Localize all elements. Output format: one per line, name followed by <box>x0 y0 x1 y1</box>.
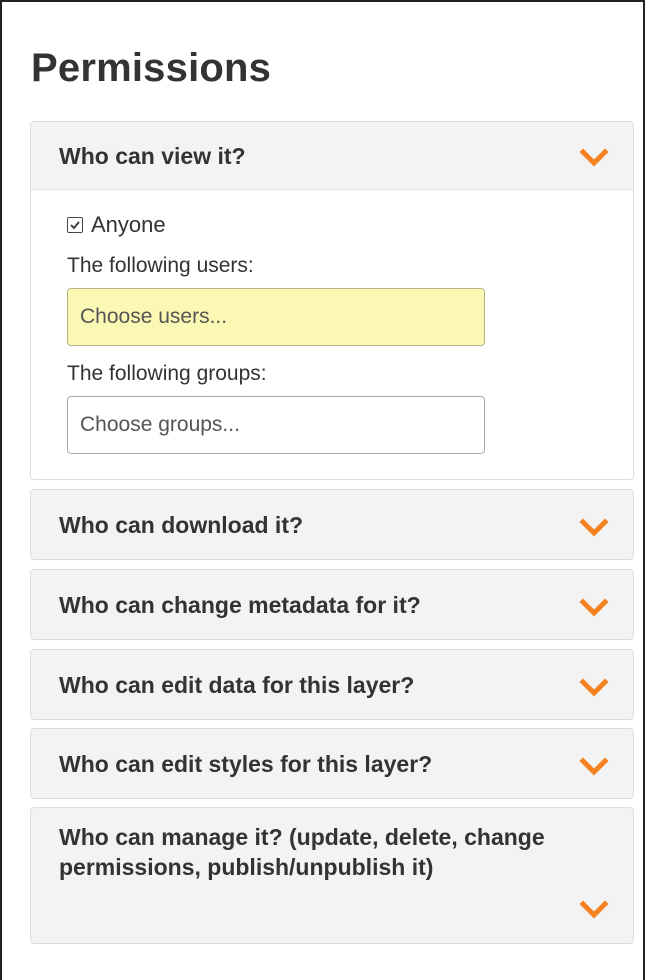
page-title: Permissions <box>31 46 272 90</box>
panel-view-header[interactable]: Who can view it? <box>31 122 633 189</box>
chevron-down-icon[interactable] <box>579 678 609 698</box>
panel-download: Who can download it? <box>30 489 634 560</box>
panel-view-title: Who can view it? <box>59 142 246 169</box>
panel-manage-header[interactable]: Who can manage it? (update, delete, chan… <box>31 808 633 943</box>
chevron-down-icon[interactable] <box>579 598 609 618</box>
checkbox-checked-icon[interactable] <box>67 217 83 233</box>
panel-edit-styles: Who can edit styles for this layer? <box>30 728 634 799</box>
chevron-down-icon[interactable] <box>579 757 609 777</box>
panel-edit-data: Who can edit data for this layer? <box>30 649 634 720</box>
panel-edit-data-title: Who can edit data for this layer? <box>59 671 415 698</box>
anyone-option[interactable]: Anyone <box>67 208 597 242</box>
groups-label: The following groups: <box>67 362 267 385</box>
panel-metadata: Who can change metadata for it? <box>30 569 634 640</box>
users-label: The following users: <box>67 254 254 277</box>
chevron-down-icon[interactable] <box>579 518 609 538</box>
panel-metadata-header[interactable]: Who can change metadata for it? <box>31 570 633 639</box>
panel-metadata-title: Who can change metadata for it? <box>59 591 421 618</box>
panel-edit-styles-header[interactable]: Who can edit styles for this layer? <box>31 729 633 798</box>
panel-manage: Who can manage it? (update, delete, chan… <box>30 807 634 944</box>
groups-input[interactable] <box>67 396 485 454</box>
panel-manage-title: Who can manage it? (update, delete, chan… <box>59 824 545 880</box>
users-input[interactable] <box>67 288 485 346</box>
panel-view-body: Anyone The following users: The followin… <box>31 189 633 472</box>
panel-download-title: Who can download it? <box>59 511 304 538</box>
panel-edit-styles-title: Who can edit styles for this layer? <box>59 750 433 777</box>
chevron-down-icon[interactable] <box>579 900 609 920</box>
panel-download-header[interactable]: Who can download it? <box>31 490 633 559</box>
anyone-label: Anyone <box>91 212 166 237</box>
panel-edit-data-header[interactable]: Who can edit data for this layer? <box>31 650 633 719</box>
panel-view: Who can view it? Anyone The following us… <box>30 121 634 480</box>
chevron-down-icon[interactable] <box>579 148 609 168</box>
